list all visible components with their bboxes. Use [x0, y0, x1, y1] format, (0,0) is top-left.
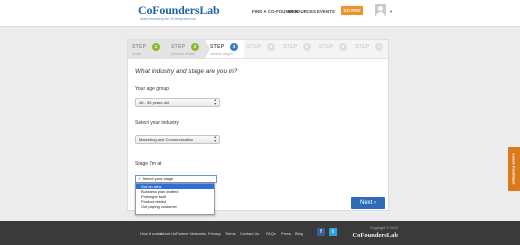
footer-link-privacy[interactable]: Privacy [208, 231, 221, 236]
stage-dropdown-list: Got an idea Business plan drafted Protot… [135, 183, 215, 215]
select-arrows-icon: ▲ ▼ [213, 135, 217, 143]
top-navigation-bar: CoFoundersLab Matchmaking for Entreprene… [0, 0, 520, 27]
footer-link-about-us[interactable]: About Us [160, 231, 176, 236]
step-word: STEP [210, 44, 225, 50]
step-3: STEP 3 industry stages [206, 40, 244, 58]
step-arrow [166, 40, 171, 58]
step-number: 5 [303, 43, 311, 51]
step-4: STEP 4 [243, 40, 281, 58]
feedback-label: Leave Feedback [511, 153, 517, 185]
footer-link-press[interactable]: Press [281, 231, 291, 236]
step-word: STEP [132, 44, 147, 50]
step-2: STEP 2 personal details [167, 40, 210, 58]
stage-select[interactable]: ✓ Select your stage [135, 175, 217, 183]
step-word: STEP [355, 44, 370, 50]
step-sublabel: industry stages [210, 52, 233, 56]
facebook-icon[interactable]: f [317, 228, 325, 236]
footer-link-how-it-works[interactable]: How it works [140, 231, 162, 236]
step-7: STEP 7 [351, 40, 389, 58]
step-number: 7 [375, 43, 383, 51]
step-number: 3 [230, 43, 238, 51]
footer-link-faqs[interactable]: FAQs [266, 231, 276, 236]
stage-label: Stage I'm at [135, 161, 162, 167]
step-number: 1 [152, 43, 160, 51]
footer-logo: CoFoundersLab [352, 232, 398, 239]
site-footer: How it works About Us Partner Networks P… [0, 221, 520, 245]
footer-link-terms[interactable]: Terms [225, 231, 236, 236]
footer-link-blog[interactable]: Blog [295, 231, 303, 236]
age-group-select[interactable]: 46 - 55 years old ▲ ▼ [135, 98, 220, 107]
nav-resources[interactable]: RESOURCES [288, 9, 316, 14]
avatar[interactable] [375, 4, 386, 16]
step-1: STEP 1 profile [128, 40, 171, 58]
age-group-value: 46 - 55 years old [139, 100, 169, 105]
go-pro-button[interactable]: GO PRO [341, 6, 363, 15]
step-word: STEP [319, 44, 334, 50]
industry-select[interactable]: Marketing and Communication ▲ ▼ [135, 135, 220, 144]
next-button[interactable]: Next › [351, 197, 385, 209]
step-sublabel: profile [132, 52, 142, 56]
age-group-label: Your age group [135, 86, 170, 92]
industry-value: Marketing and Communication [139, 137, 194, 142]
step-progress-bar: STEP 1 profile STEP 2 personal details S… [128, 40, 388, 59]
step-number: 2 [191, 43, 199, 51]
select-arrows-icon: ▲ ▼ [213, 98, 217, 106]
footer-link-partner-networks[interactable]: Partner Networks [176, 231, 206, 236]
copyright-text: Copyright © 2013 [369, 226, 398, 230]
step-number: 4 [267, 43, 275, 51]
form-question: What industry and stage are you in? [135, 68, 238, 75]
logo-tagline: Matchmaking for Entrepreneurs [140, 16, 197, 21]
leave-feedback-tab[interactable]: Leave Feedback [508, 147, 520, 191]
step-word: STEP [171, 44, 186, 50]
next-label: Next [359, 200, 373, 206]
step-word: STEP [247, 44, 262, 50]
step-number: 6 [339, 43, 347, 51]
step-arrow [205, 40, 210, 58]
twitter-icon[interactable]: t [329, 228, 337, 236]
nav-events[interactable]: EVENTS [317, 9, 335, 14]
footer-link-contact-us[interactable]: Contact Us [240, 231, 259, 236]
step-5: STEP 5 [279, 40, 317, 58]
industry-label: Select your industry [135, 120, 179, 126]
onboarding-card: STEP 1 profile STEP 2 personal details S… [127, 39, 389, 215]
step-6: STEP 6 [315, 40, 353, 58]
chevron-right-icon: › [374, 200, 376, 206]
stage-option-paying-customer[interactable]: Got paying customer [136, 204, 214, 209]
step-word: STEP [283, 44, 298, 50]
step-sublabel: personal details [171, 52, 195, 56]
chevron-down-icon[interactable]: ▼ [389, 9, 393, 14]
